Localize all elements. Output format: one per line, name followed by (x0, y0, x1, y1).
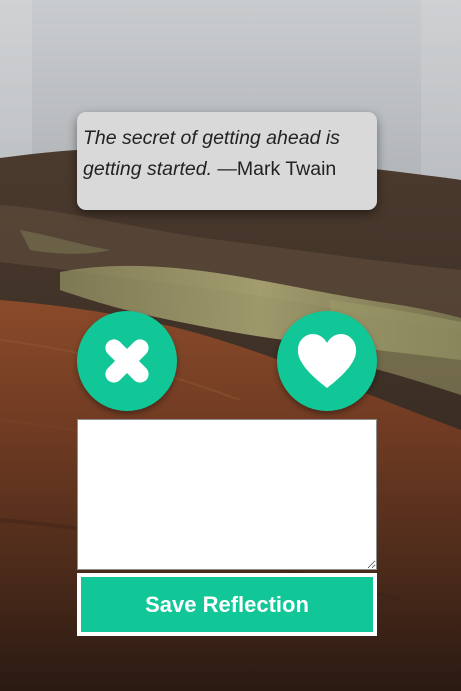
reflection-textarea[interactable] (77, 419, 377, 570)
close-x-icon (105, 339, 149, 383)
dislike-button[interactable] (77, 311, 177, 411)
quote-author: —Mark Twain (212, 158, 337, 180)
save-reflection-button[interactable]: Save Reflection (77, 573, 377, 636)
like-button[interactable] (277, 311, 377, 411)
heart-icon (297, 334, 357, 388)
quote-card: The secret of getting ahead is getting s… (77, 112, 377, 210)
